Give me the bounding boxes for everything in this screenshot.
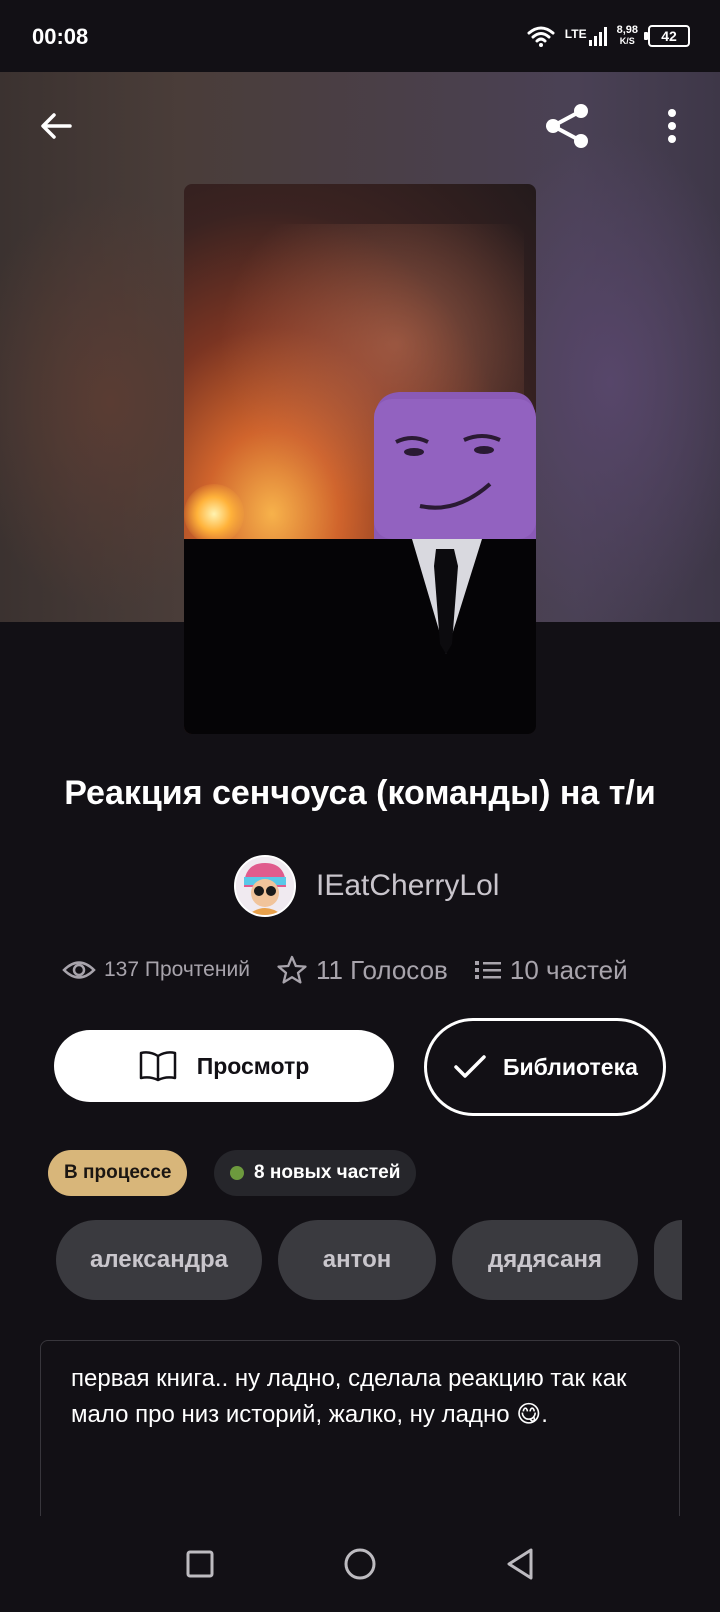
network-speed: 8,98 K/S: [617, 25, 638, 47]
cover-figure: [184, 392, 536, 734]
tag-chip[interactable]: александра: [56, 1220, 262, 1300]
read-button[interactable]: Просмотр: [54, 1030, 394, 1102]
tag-list: александра антон дядясаня: [56, 1220, 682, 1300]
story-stats: 137 Прочтений 11 Голосов 10 частей: [62, 950, 628, 990]
check-icon: [454, 1055, 486, 1078]
system-nav-bar: [0, 1516, 720, 1612]
story-cover[interactable]: [184, 184, 536, 734]
battery-icon: 42: [644, 25, 690, 47]
book-icon: [139, 1051, 176, 1082]
library-button[interactable]: Библиотека: [424, 1018, 666, 1116]
new-parts-badge: 8 новых частей: [214, 1150, 417, 1196]
votes-stat: 11 Голосов: [276, 954, 448, 986]
new-parts-label: 8 новых частей: [254, 1162, 401, 1183]
library-button-label: Библиотека: [503, 1054, 638, 1080]
tag-chip[interactable]: [654, 1220, 682, 1300]
description-text: первая книга.. ну ладно, сделала реакцию…: [71, 1365, 627, 1428]
tag-chip[interactable]: антон: [278, 1220, 436, 1300]
arrow-left-icon: [41, 113, 72, 139]
new-parts-dot: [230, 1166, 244, 1180]
more-options-button[interactable]: [644, 98, 700, 154]
votes-count: 11 Голосов: [315, 954, 448, 985]
home-button[interactable]: [330, 1534, 390, 1594]
speed-value: 8,98: [616, 24, 638, 36]
eye-icon: [62, 961, 96, 979]
square-icon: [186, 1550, 214, 1578]
share-icon: [546, 104, 588, 148]
wifi-icon: [527, 26, 555, 47]
read-button-label: Просмотр: [196, 1052, 310, 1079]
author-row[interactable]: IEatCherryLol: [234, 854, 499, 918]
author-avatar[interactable]: [234, 855, 296, 917]
author-name[interactable]: IEatCherryLol: [316, 869, 499, 903]
avatar-image: [236, 857, 294, 915]
status-time: 00:08: [32, 24, 89, 49]
speed-unit: K/S: [619, 36, 635, 46]
list-icon: [474, 961, 501, 979]
reads-stat: 137 Прочтений: [62, 958, 250, 982]
back-nav-button[interactable]: [490, 1534, 550, 1594]
tag-chip[interactable]: дядясаня: [452, 1220, 638, 1300]
status-bar: 00:08 LTE 8,98 K/S 42: [0, 0, 720, 72]
circle-icon: [344, 1548, 376, 1580]
back-button[interactable]: [28, 98, 84, 154]
star-icon: [277, 955, 307, 984]
share-button[interactable]: [540, 98, 596, 154]
signal-icon: [588, 26, 607, 46]
status-icons: LTE 8,98 K/S 42: [527, 22, 690, 50]
recent-apps-button[interactable]: [170, 1534, 230, 1594]
reads-count: 137 Прочтений: [104, 958, 250, 981]
parts-stat: 10 частей: [474, 955, 628, 986]
parts-count: 10 частей: [509, 954, 628, 985]
status-badge: В процессе: [48, 1150, 188, 1196]
more-vertical-icon: [668, 109, 676, 143]
triangle-back-icon: [507, 1548, 533, 1580]
story-title: Реакция сенчоуса (команды) на т/и: [64, 774, 656, 812]
network-type: LTE: [564, 27, 587, 41]
